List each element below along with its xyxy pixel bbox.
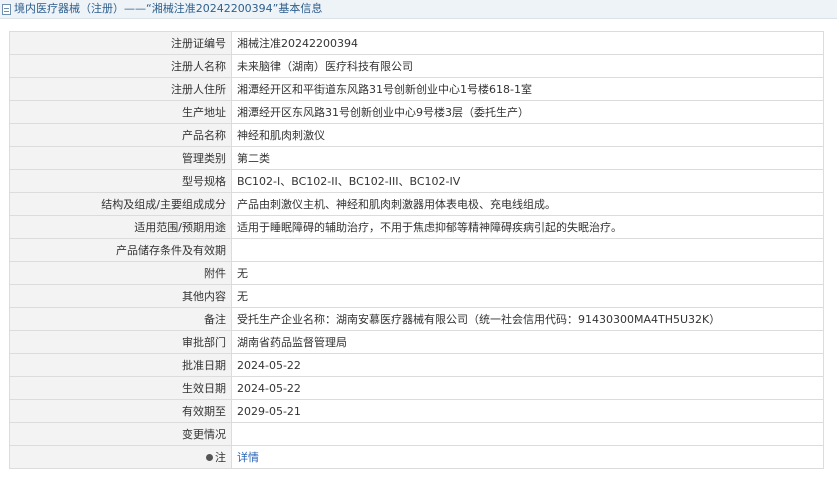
row-value-intended-use: 适用于睡眠障碍的辅助治疗，不用于焦虑抑郁等精神障碍疾病引起的失眠治疗。 xyxy=(231,215,824,239)
table-row: 审批部门 湖南省药品监督管理局 xyxy=(9,330,824,354)
row-label-registration-number: 注册证编号 xyxy=(9,31,232,55)
table-row: 变更情况 xyxy=(9,422,824,446)
row-label-production-address: 生产地址 xyxy=(9,100,232,124)
row-value-note: 详情 xyxy=(231,445,824,469)
row-label-approval-dept: 审批部门 xyxy=(9,330,232,354)
row-label-model-spec: 型号规格 xyxy=(9,169,232,193)
table-row: 注册人名称 未来脑律（湖南）医疗科技有限公司 xyxy=(9,54,824,78)
row-label-structure: 结构及组成/主要组成成分 xyxy=(9,192,232,216)
table-row-note: 注 详情 xyxy=(9,445,824,469)
pin-icon xyxy=(206,453,213,461)
row-label-registrant-address: 注册人住所 xyxy=(9,77,232,101)
row-label-note: 注 xyxy=(9,445,232,469)
row-value-management-class: 第二类 xyxy=(231,146,824,170)
row-label-other: 其他内容 xyxy=(9,284,232,308)
row-value-changes xyxy=(231,422,824,446)
row-value-structure: 产品由刺激仪主机、神经和肌肉刺激器用体表电极、充电线组成。 xyxy=(231,192,824,216)
row-value-product-name: 神经和肌肉刺激仪 xyxy=(231,123,824,147)
document-icon xyxy=(2,3,11,15)
row-value-storage xyxy=(231,238,824,262)
row-value-registration-number: 湘械注准20242200394 xyxy=(231,31,824,55)
table-row: 附件 无 xyxy=(9,261,824,285)
table-row: 备注 受托生产企业名称：湖南安慕医疗器械有限公司（统一社会信用代码：914303… xyxy=(9,307,824,331)
row-value-attachment: 无 xyxy=(231,261,824,285)
page-title: 境内医疗器械（注册）——“湘械注准20242200394”基本信息 xyxy=(14,2,323,15)
row-value-approval-date: 2024-05-22 xyxy=(231,353,824,377)
table-row: 批准日期 2024-05-22 xyxy=(9,353,824,377)
row-value-valid-until: 2029-05-21 xyxy=(231,399,824,423)
table-row: 生产地址 湘潭经开区东风路31号创新创业中心9号楼3层（委托生产） xyxy=(9,100,824,124)
info-table-container: 注册证编号 湘械注准20242200394 注册人名称 未来脑律（湖南）医疗科技… xyxy=(0,19,837,469)
table-row: 产品储存条件及有效期 xyxy=(9,238,824,262)
table-row: 生效日期 2024-05-22 xyxy=(9,376,824,400)
device-info-table: 注册证编号 湘械注准20242200394 注册人名称 未来脑律（湖南）医疗科技… xyxy=(9,31,824,469)
row-label-remarks: 备注 xyxy=(9,307,232,331)
row-label-product-name: 产品名称 xyxy=(9,123,232,147)
row-label-management-class: 管理类别 xyxy=(9,146,232,170)
row-label-intended-use: 适用范围/预期用途 xyxy=(9,215,232,239)
row-label-storage: 产品储存条件及有效期 xyxy=(9,238,232,262)
row-value-effective-date: 2024-05-22 xyxy=(231,376,824,400)
table-row: 注册证编号 湘械注准20242200394 xyxy=(9,31,824,55)
page-title-bar: 境内医疗器械（注册）——“湘械注准20242200394”基本信息 xyxy=(0,0,837,19)
row-value-production-address: 湘潭经开区东风路31号创新创业中心9号楼3层（委托生产） xyxy=(231,100,824,124)
details-link[interactable]: 详情 xyxy=(237,451,259,464)
row-label-changes: 变更情况 xyxy=(9,422,232,446)
row-label-effective-date: 生效日期 xyxy=(9,376,232,400)
table-row: 注册人住所 湘潭经开区和平街道东风路31号创新创业中心1号楼618-1室 xyxy=(9,77,824,101)
table-row: 产品名称 神经和肌肉刺激仪 xyxy=(9,123,824,147)
row-label-registrant-name: 注册人名称 xyxy=(9,54,232,78)
table-row: 型号规格 BC102-I、BC102-II、BC102-III、BC102-IV xyxy=(9,169,824,193)
row-label-valid-until: 有效期至 xyxy=(9,399,232,423)
row-value-model-spec: BC102-I、BC102-II、BC102-III、BC102-IV xyxy=(231,169,824,193)
info-table-body: 注册证编号 湘械注准20242200394 注册人名称 未来脑律（湖南）医疗科技… xyxy=(9,31,824,469)
table-row: 管理类别 第二类 xyxy=(9,146,824,170)
row-value-approval-dept: 湖南省药品监督管理局 xyxy=(231,330,824,354)
table-row: 适用范围/预期用途 适用于睡眠障碍的辅助治疗，不用于焦虑抑郁等精神障碍疾病引起的… xyxy=(9,215,824,239)
row-value-other: 无 xyxy=(231,284,824,308)
row-value-registrant-name: 未来脑律（湖南）医疗科技有限公司 xyxy=(231,54,824,78)
row-label-approval-date: 批准日期 xyxy=(9,353,232,377)
row-value-remarks: 受托生产企业名称：湖南安慕医疗器械有限公司（统一社会信用代码：91430300M… xyxy=(231,307,824,331)
row-value-registrant-address: 湘潭经开区和平街道东风路31号创新创业中心1号楼618-1室 xyxy=(231,77,824,101)
table-row: 其他内容 无 xyxy=(9,284,824,308)
table-row: 有效期至 2029-05-21 xyxy=(9,399,824,423)
table-row: 结构及组成/主要组成成分 产品由刺激仪主机、神经和肌肉刺激器用体表电极、充电线组… xyxy=(9,192,824,216)
row-label-attachment: 附件 xyxy=(9,261,232,285)
note-label: 注 xyxy=(215,451,226,464)
